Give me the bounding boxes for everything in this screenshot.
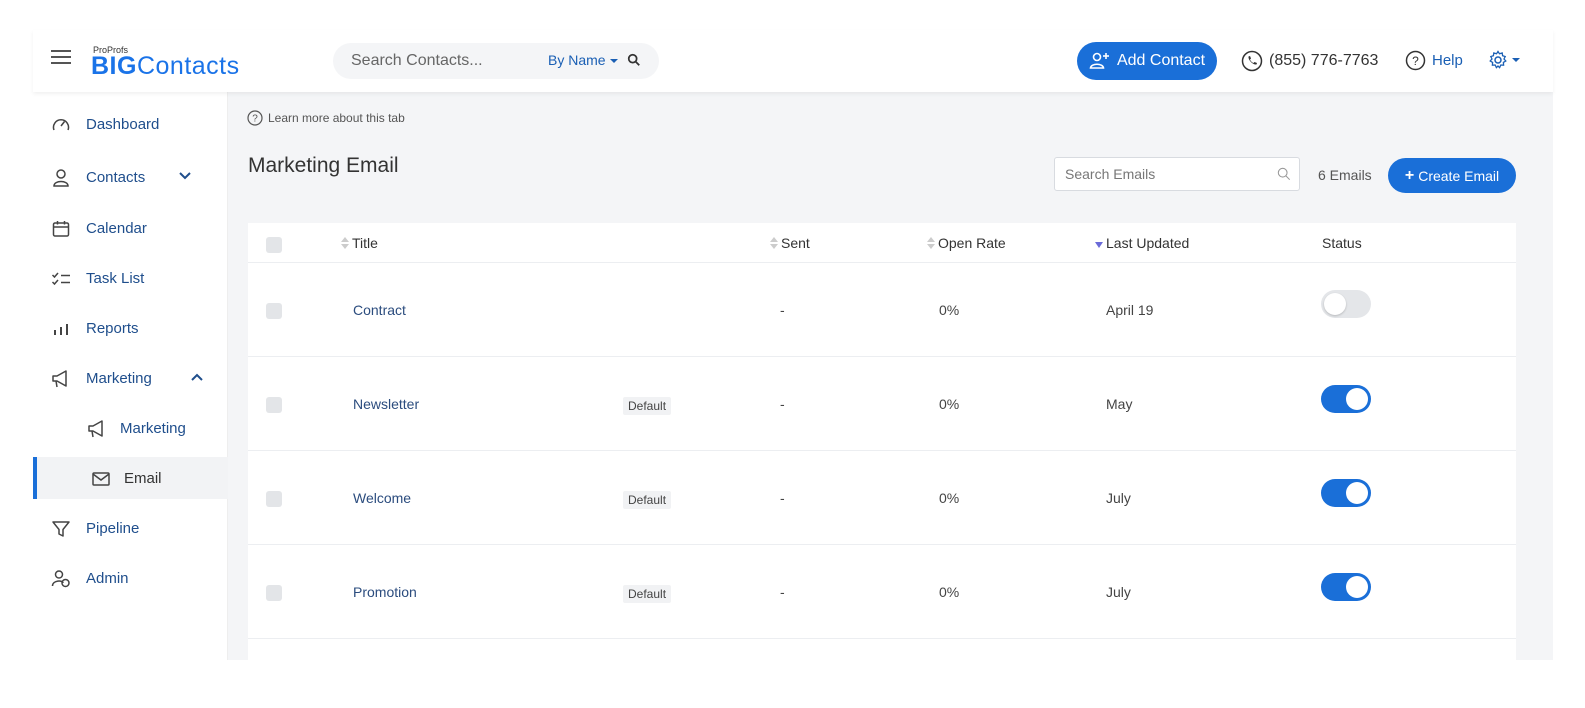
contact-search-bar: By Name [333, 43, 659, 79]
chevron-down-icon[interactable] [179, 172, 191, 180]
question-icon: ? [1405, 50, 1426, 71]
column-title[interactable]: Title [341, 235, 378, 251]
email-title-link[interactable]: Welcome [353, 490, 411, 506]
sidebar-item-pipeline[interactable]: Pipeline [33, 507, 228, 549]
sort-icon [927, 237, 935, 249]
gear-icon [1489, 50, 1507, 69]
caret-down-icon [1512, 58, 1520, 62]
table-row: Promotion Default - 0% July [248, 545, 1516, 639]
envelope-icon [92, 472, 110, 486]
default-badge: Default [623, 491, 672, 509]
funnel-icon [52, 521, 70, 537]
row-checkbox[interactable] [266, 491, 282, 507]
sidebar-item-admin[interactable]: Admin [33, 557, 228, 599]
column-last-updated[interactable]: Last Updated [1095, 235, 1189, 251]
row-checkbox[interactable] [266, 303, 282, 319]
last-updated-value: July [1106, 490, 1131, 506]
table-row: Welcome Default - 0% July [248, 451, 1516, 545]
learn-more-link[interactable]: ? Learn more about this tab [247, 110, 405, 126]
support-phone[interactable]: (855) 776-7763 [1241, 50, 1378, 72]
default-badge: Default [623, 585, 672, 603]
create-email-button[interactable]: + Create Email [1388, 158, 1516, 193]
column-open-rate[interactable]: Open Rate [927, 235, 1006, 251]
plus-icon: + [1404, 166, 1415, 184]
status-toggle[interactable] [1321, 385, 1371, 413]
email-title-link[interactable]: Contract [353, 302, 406, 318]
email-table: Title Sent Open Rate Last Updated Status… [248, 223, 1516, 660]
status-toggle[interactable] [1321, 573, 1371, 601]
add-contact-button[interactable]: Add Contact [1077, 42, 1217, 80]
open-rate-value: 0% [939, 302, 960, 318]
column-sent[interactable]: Sent [770, 235, 810, 251]
checklist-icon [51, 272, 70, 286]
question-icon: ? [247, 110, 263, 126]
sort-icon [341, 237, 349, 249]
person-icon [53, 169, 69, 187]
sidebar-item-marketing[interactable]: Marketing [33, 357, 228, 399]
logo-bigcontacts: BIGContacts [91, 52, 240, 80]
sidebar-item-calendar[interactable]: Calendar [33, 207, 228, 249]
last-updated-value: July [1106, 584, 1131, 600]
sent-value: - [780, 302, 785, 318]
bar-chart-icon [54, 324, 68, 335]
contact-search-input[interactable] [351, 43, 531, 79]
sort-icon [770, 237, 778, 249]
svg-text:?: ? [1412, 54, 1419, 68]
sidebar-item-dashboard[interactable]: Dashboard [33, 103, 228, 145]
sidebar-subitem-email[interactable]: Email [33, 457, 228, 499]
row-checkbox[interactable] [266, 585, 282, 601]
gauge-icon [52, 119, 70, 131]
settings-menu[interactable] [1488, 50, 1520, 70]
svg-text:?: ? [252, 114, 258, 125]
help-link[interactable]: ? Help [1405, 50, 1463, 71]
select-all-checkbox[interactable] [266, 237, 282, 253]
calendar-icon [52, 221, 70, 237]
email-title-link[interactable]: Promotion [353, 584, 417, 600]
row-checkbox[interactable] [266, 397, 282, 413]
main-content: ? Learn more about this tab Marketing Em… [228, 92, 1553, 660]
email-search-input[interactable] [1065, 158, 1265, 190]
sidebar-item-task-list[interactable]: Task List [33, 257, 228, 299]
default-badge: Default [623, 397, 672, 415]
megaphone-icon [88, 420, 103, 438]
sent-value: - [780, 490, 785, 506]
search-icon[interactable] [1277, 167, 1291, 181]
page-title: Marketing Email [248, 154, 399, 177]
last-updated-value: May [1106, 396, 1133, 412]
open-rate-value: 0% [939, 490, 960, 506]
chevron-up-icon[interactable] [191, 373, 203, 381]
table-row: Contract - 0% April 19 [248, 263, 1516, 357]
app-window: ProProfs BIGContacts By Name Add Contact [33, 30, 1553, 660]
add-person-icon [1089, 52, 1109, 69]
sidebar-subitem-marketing[interactable]: Marketing [33, 407, 228, 449]
caret-down-icon [609, 59, 618, 64]
sidebar-item-reports[interactable]: Reports [33, 307, 228, 349]
table-header: Title Sent Open Rate Last Updated Status [248, 223, 1516, 263]
open-rate-value: 0% [939, 396, 960, 412]
sidebar: Dashboard Contacts Calendar Task List Re… [33, 92, 228, 660]
top-header: ProProfs BIGContacts By Name Add Contact [33, 30, 1553, 92]
phone-icon [1241, 50, 1263, 72]
table-row: Newsletter Default - 0% May [248, 357, 1516, 451]
status-toggle[interactable] [1321, 290, 1371, 318]
email-count: 6 Emails [1318, 167, 1372, 183]
sent-value: - [780, 584, 785, 600]
open-rate-value: 0% [939, 584, 960, 600]
hamburger-menu-icon[interactable] [51, 50, 71, 66]
search-mode-dropdown[interactable]: By Name [548, 52, 618, 68]
sort-desc-icon [1095, 242, 1103, 248]
email-title-link[interactable]: Newsletter [353, 396, 419, 412]
sidebar-item-contacts[interactable]: Contacts [33, 156, 228, 198]
users-icon [51, 570, 70, 588]
email-search-box [1054, 157, 1300, 191]
status-toggle[interactable] [1321, 479, 1371, 507]
last-updated-value: April 19 [1106, 302, 1154, 318]
sent-value: - [780, 396, 785, 412]
logo[interactable]: ProProfs BIGContacts [91, 43, 281, 79]
column-status: Status [1322, 235, 1362, 251]
megaphone-icon [52, 370, 67, 388]
search-icon[interactable] [627, 53, 641, 67]
